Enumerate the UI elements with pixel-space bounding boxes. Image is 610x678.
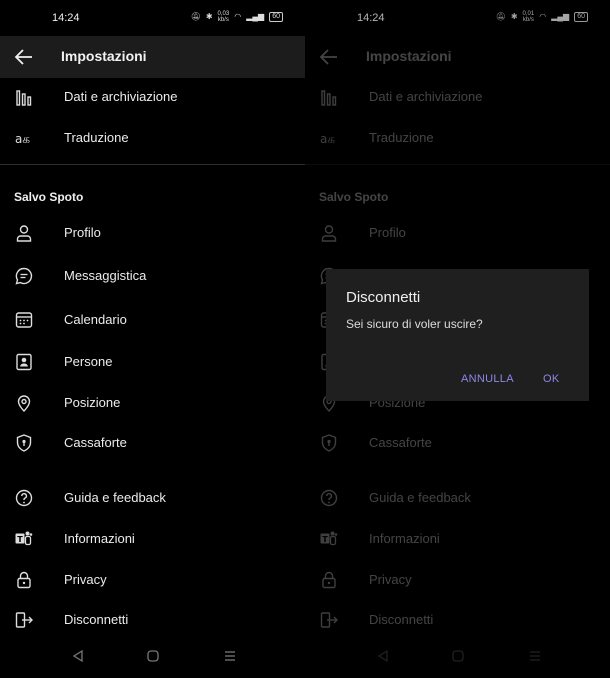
shield-icon xyxy=(14,433,34,453)
wifi-icon: ◠ xyxy=(234,12,242,21)
menu-item-posizione[interactable]: Posizione xyxy=(0,385,305,421)
chat-bubble-icon xyxy=(14,266,34,286)
lock-icon xyxy=(14,570,34,590)
sign-out-dialog: Disconnetti Sei sicuro di voler uscire? … xyxy=(326,269,589,401)
person-icon xyxy=(14,223,34,243)
dialog-message: Sei sicuro di voler uscire? xyxy=(346,317,483,331)
menu-item-informazioni[interactable]: T Informazioni xyxy=(0,521,305,557)
cancel-button[interactable]: ANNULLA xyxy=(461,373,514,385)
menu-item-traduzione[interactable]: aக Traduzione xyxy=(0,120,305,156)
contacts-icon xyxy=(14,352,34,372)
settings-screen: 14:24 🔕︎ ✱ 0,03 kb/s ◠ ▂▄▆ 60 Impostazio… xyxy=(0,0,305,678)
menu-item-messaggistica[interactable]: Messaggistica xyxy=(0,258,305,294)
menu-item-label: Posizione xyxy=(64,395,121,410)
menu-item-guida-e-feedback[interactable]: Guida e feedback xyxy=(0,480,305,516)
settings-screen-dialog: 14:24 🔕︎ ✱ 0,01 kb/s ◠ ▂▄▆ 60 Impostazio… xyxy=(305,0,610,678)
menu-item-label: Dati e archiviazione xyxy=(64,89,178,104)
network-speed: 0,03 kb/s xyxy=(217,11,230,23)
svg-text:T: T xyxy=(17,535,23,544)
menu-item-label: Traduzione xyxy=(64,130,129,145)
account-name-header: Salvo Spoto xyxy=(14,190,84,204)
teams-logo-icon: T xyxy=(14,529,34,549)
menu-item-dati-e-archiviazione[interactable]: Dati e archiviazione xyxy=(0,79,305,115)
page-title: Impostazioni xyxy=(61,48,147,64)
menu-item-label: Guida e feedback xyxy=(64,490,166,505)
menu-item-label: Privacy xyxy=(64,572,107,587)
menu-item-label: Informazioni xyxy=(64,531,135,546)
bar-chart-icon xyxy=(14,87,34,107)
system-nav-bar xyxy=(0,634,305,678)
location-pin-icon xyxy=(14,393,34,413)
menu-item-label: Disconnetti xyxy=(64,612,129,627)
translate-icon: aக xyxy=(14,128,34,148)
signal-icon: ▂▄▆ xyxy=(246,12,265,21)
sign-out-icon xyxy=(14,610,34,630)
nav-back-icon[interactable] xyxy=(70,648,86,664)
menu-item-privacy[interactable]: Privacy xyxy=(0,562,305,598)
bluetooth-icon: ✱ xyxy=(205,12,213,21)
menu-item-label: Persone xyxy=(64,354,113,369)
menu-item-profilo[interactable]: Profilo xyxy=(0,215,305,251)
menu-item-label: Calendario xyxy=(64,312,127,327)
menu-item-label: Profilo xyxy=(64,225,101,240)
svg-text:aக: aக xyxy=(15,132,30,146)
nav-home-icon[interactable] xyxy=(145,648,161,664)
calendar-icon xyxy=(14,310,34,330)
app-header: Impostazioni xyxy=(0,36,305,78)
menu-item-label: Messaggistica xyxy=(64,268,147,283)
ok-button[interactable]: OK xyxy=(543,373,560,385)
status-bar: 14:24 🔕︎ ✱ 0,03 kb/s ◠ ▂▄▆ 60 xyxy=(0,0,305,36)
menu-item-calendario[interactable]: Calendario xyxy=(0,302,305,338)
help-icon xyxy=(14,488,34,508)
battery-icon: 60 xyxy=(269,12,283,22)
back-arrow-icon[interactable] xyxy=(12,45,36,69)
menu-item-cassaforte[interactable]: Cassaforte xyxy=(0,425,305,461)
status-time: 14:24 xyxy=(52,12,80,24)
menu-item-persone[interactable]: Persone xyxy=(0,344,305,380)
menu-item-disconnetti[interactable]: Disconnetti xyxy=(0,602,305,638)
section-divider xyxy=(0,164,305,165)
dialog-title: Disconnetti xyxy=(346,289,421,306)
nav-menu-icon[interactable] xyxy=(222,648,238,664)
menu-item-label: Cassaforte xyxy=(64,435,127,450)
mute-icon: 🔕︎ xyxy=(190,12,201,21)
